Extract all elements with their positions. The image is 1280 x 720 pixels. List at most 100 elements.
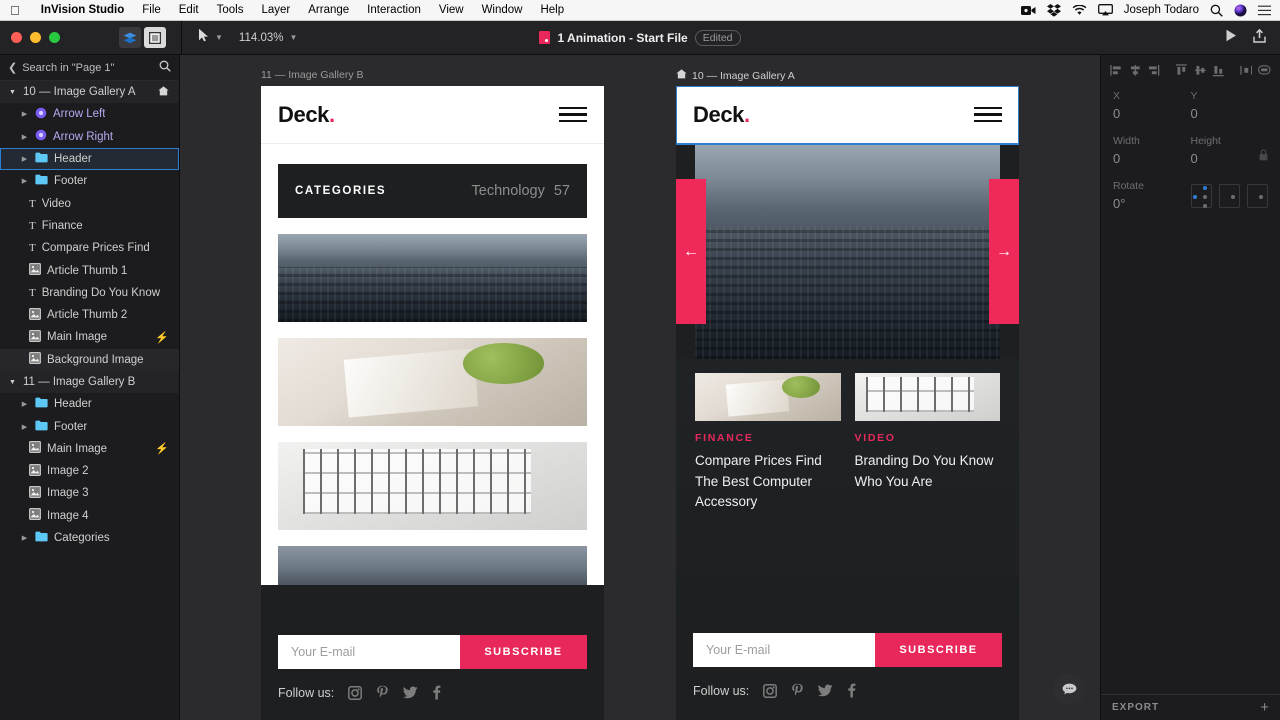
layer-group-gallery-a[interactable]: ▼ 10 — Image Gallery A	[0, 81, 179, 104]
spotlight-search-icon[interactable]	[1210, 4, 1223, 17]
pinterest-icon[interactable]	[791, 683, 804, 698]
align-middle-v-icon[interactable]	[1194, 64, 1207, 77]
align-center-h-icon[interactable]	[1129, 64, 1142, 77]
a-hero-image[interactable]	[695, 144, 1000, 360]
a-card-video[interactable]: VIDEO Branding Do You Know Who You Are	[854, 373, 1000, 513]
hamburger-menu-icon[interactable]	[559, 106, 587, 123]
a-email-input[interactable]: Your E-mail	[693, 633, 875, 667]
close-button[interactable]	[11, 32, 22, 43]
layer-item-footer[interactable]: ▶ Footer	[0, 170, 179, 192]
layer-item-arrow-left[interactable]: ▶ Arrow Left	[0, 103, 179, 125]
chevron-down-icon[interactable]: ▼	[8, 379, 17, 386]
zoom-level[interactable]: 114.03%	[239, 32, 284, 44]
b-site-header[interactable]: Deck.	[261, 86, 604, 144]
preview-play-icon[interactable]	[1225, 29, 1237, 47]
distribute-h-icon[interactable]	[1240, 64, 1253, 77]
twitter-icon[interactable]	[818, 684, 833, 697]
menu-item-tools[interactable]: Tools	[208, 4, 253, 16]
b-subscribe-row[interactable]: Your E-mail SUBSCRIBE	[278, 635, 587, 669]
layer-item-image-3[interactable]: Image 3	[0, 482, 179, 504]
layer-item-arrow-right[interactable]: ▶ Arrow Right	[0, 126, 179, 148]
artboard-a-name[interactable]: 10 — Image Gallery A	[692, 70, 795, 82]
layer-item-main-image[interactable]: Main Image ⚡	[0, 438, 179, 460]
chevron-left-icon[interactable]: ❮	[8, 61, 17, 74]
dropbox-icon[interactable]	[1046, 3, 1061, 17]
x-value[interactable]: 0	[1113, 106, 1191, 121]
layer-item-image-4[interactable]: Image 4	[0, 505, 179, 527]
chevron-right-icon[interactable]: ▶	[20, 110, 29, 118]
airplay-icon[interactable]	[1097, 4, 1113, 16]
menu-item-arrange[interactable]: Arrange	[299, 4, 358, 16]
layer-item-branding-do-you-know[interactable]: T Branding Do You Know	[0, 282, 179, 304]
facebook-icon[interactable]	[432, 685, 441, 700]
layer-item-article-thumb-1[interactable]: Article Thumb 1	[0, 259, 179, 281]
b-thumbnail-food[interactable]	[278, 338, 587, 426]
layers-panel-toggle[interactable]	[119, 27, 141, 48]
b-categories-bar[interactable]: CATEGORIES Technology 57	[278, 164, 587, 218]
rotate-value[interactable]: 0°	[1113, 196, 1191, 211]
lock-aspect-ratio-icon[interactable]	[1259, 149, 1268, 164]
y-field[interactable]: Y 0	[1191, 90, 1269, 121]
artboard-b-name[interactable]: 11 — Image Gallery B	[261, 69, 364, 81]
x-field[interactable]: X 0	[1113, 90, 1191, 121]
radius-preset-1[interactable]	[1218, 183, 1240, 208]
radius-preset-2[interactable]	[1246, 183, 1269, 208]
b-thumbnail-cloud[interactable]	[278, 546, 587, 586]
carousel-next-arrow[interactable]: →	[989, 179, 1019, 324]
layer-item-article-thumb-2[interactable]: Article Thumb 2	[0, 304, 179, 326]
export-panel-header[interactable]: EXPORT +	[1101, 694, 1280, 720]
design-canvas[interactable]: 11 — Image Gallery B Deck. CATEGORIES Te…	[180, 55, 1100, 720]
layer-item-finance[interactable]: T Finance	[0, 215, 179, 237]
b-thumbnail-office[interactable]	[278, 442, 587, 530]
facebook-icon[interactable]	[847, 683, 856, 698]
y-value[interactable]: 0	[1191, 106, 1269, 121]
chevron-right-icon[interactable]: ▶	[20, 155, 29, 163]
chevron-right-icon[interactable]: ▶	[20, 133, 29, 141]
anchor-point-picker[interactable]	[1190, 183, 1212, 208]
align-left-icon[interactable]	[1110, 64, 1123, 77]
home-artboard-icon[interactable]	[158, 86, 169, 99]
menu-item-interaction[interactable]: Interaction	[358, 4, 430, 16]
select-tool-chevron-down-icon[interactable]: ▼	[215, 33, 223, 42]
menu-item-file[interactable]: File	[133, 4, 170, 16]
sidebar-search-row[interactable]: ❮ Search in "Page 1"	[0, 55, 179, 81]
control-center-icon[interactable]	[1258, 5, 1272, 16]
layer-item-compare-prices-find[interactable]: T Compare Prices Find	[0, 237, 179, 259]
menu-item-edit[interactable]: Edit	[170, 4, 208, 16]
menu-app-name[interactable]: InVision Studio	[32, 4, 133, 16]
align-right-icon[interactable]	[1147, 64, 1160, 77]
artboard-b-footer[interactable]: Your E-mail SUBSCRIBE Follow us:	[261, 585, 604, 720]
artboard-image-gallery-a[interactable]: Deck. ← → FINANCE Compare Prices Find Th…	[676, 86, 1019, 720]
a-subscribe-button[interactable]: SUBSCRIBE	[875, 633, 1002, 667]
rotate-field[interactable]: Rotate 0°	[1113, 180, 1191, 211]
a-hero-carousel[interactable]: ← →	[676, 144, 1019, 360]
layer-item-video[interactable]: T Video	[0, 192, 179, 214]
share-upload-icon[interactable]	[1253, 28, 1266, 48]
zoom-chevron-down-icon[interactable]: ▼	[289, 33, 297, 42]
layer-item-footer[interactable]: ▶ Footer	[0, 415, 179, 437]
artboard-label-gallery-b[interactable]: 11 — Image Gallery B	[261, 69, 364, 81]
align-bottom-icon[interactable]	[1212, 64, 1225, 77]
chevron-down-icon[interactable]: ▼	[8, 89, 17, 96]
a-card-finance-title[interactable]: Compare Prices Find The Best Computer Ac…	[695, 451, 841, 513]
carousel-prev-arrow[interactable]: ←	[676, 179, 706, 324]
width-field[interactable]: Width 0	[1113, 135, 1191, 166]
a-card-finance[interactable]: FINANCE Compare Prices Find The Best Com…	[695, 373, 841, 513]
properties-inspector[interactable]: X 0 Y 0 Width 0 Height 0 Rotate 0° EXPOR…	[1100, 55, 1280, 720]
twitter-icon[interactable]	[403, 686, 418, 699]
minimize-button[interactable]	[30, 32, 41, 43]
menu-item-view[interactable]: View	[430, 4, 473, 16]
a-card-finance-image[interactable]	[695, 373, 841, 421]
layer-item-categories[interactable]: ▶ Categories	[0, 527, 179, 549]
chevron-right-icon[interactable]: ▶	[20, 177, 29, 185]
layer-item-background-image[interactable]: Background Image	[0, 348, 179, 371]
layer-item-image-2[interactable]: Image 2	[0, 460, 179, 482]
layer-group-gallery-b[interactable]: ▼ 11 — Image Gallery B	[0, 370, 179, 394]
width-value[interactable]: 0	[1113, 151, 1191, 166]
apple-icon[interactable]: 	[0, 4, 32, 17]
screen-record-icon[interactable]	[1020, 5, 1036, 16]
align-top-icon[interactable]	[1175, 64, 1188, 77]
wifi-icon[interactable]	[1072, 4, 1087, 16]
b-subscribe-button[interactable]: SUBSCRIBE	[460, 635, 587, 669]
height-value[interactable]: 0	[1191, 151, 1269, 166]
